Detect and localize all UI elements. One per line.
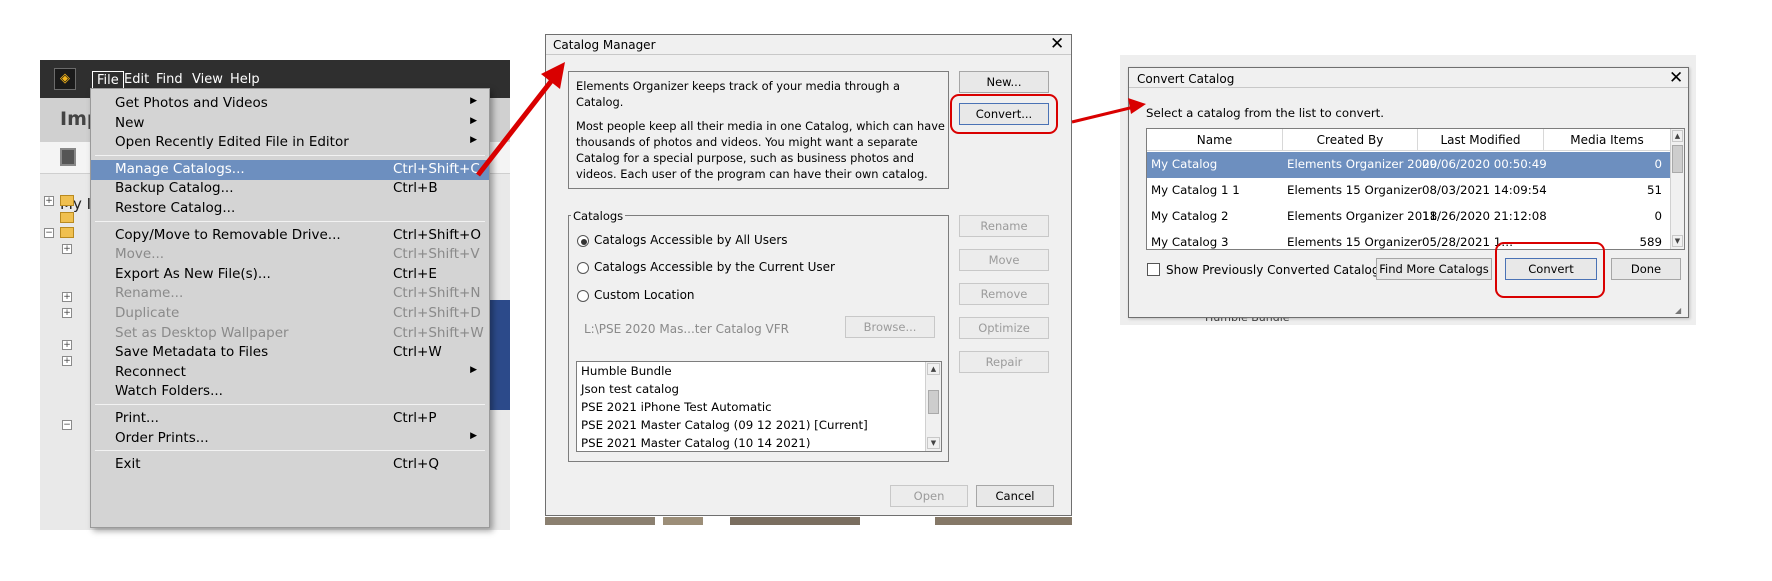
arrow-to-catalog-manager	[476, 62, 565, 177]
arrow-to-convert-catalog	[1071, 98, 1146, 124]
annotation-arrows	[476, 62, 1146, 177]
